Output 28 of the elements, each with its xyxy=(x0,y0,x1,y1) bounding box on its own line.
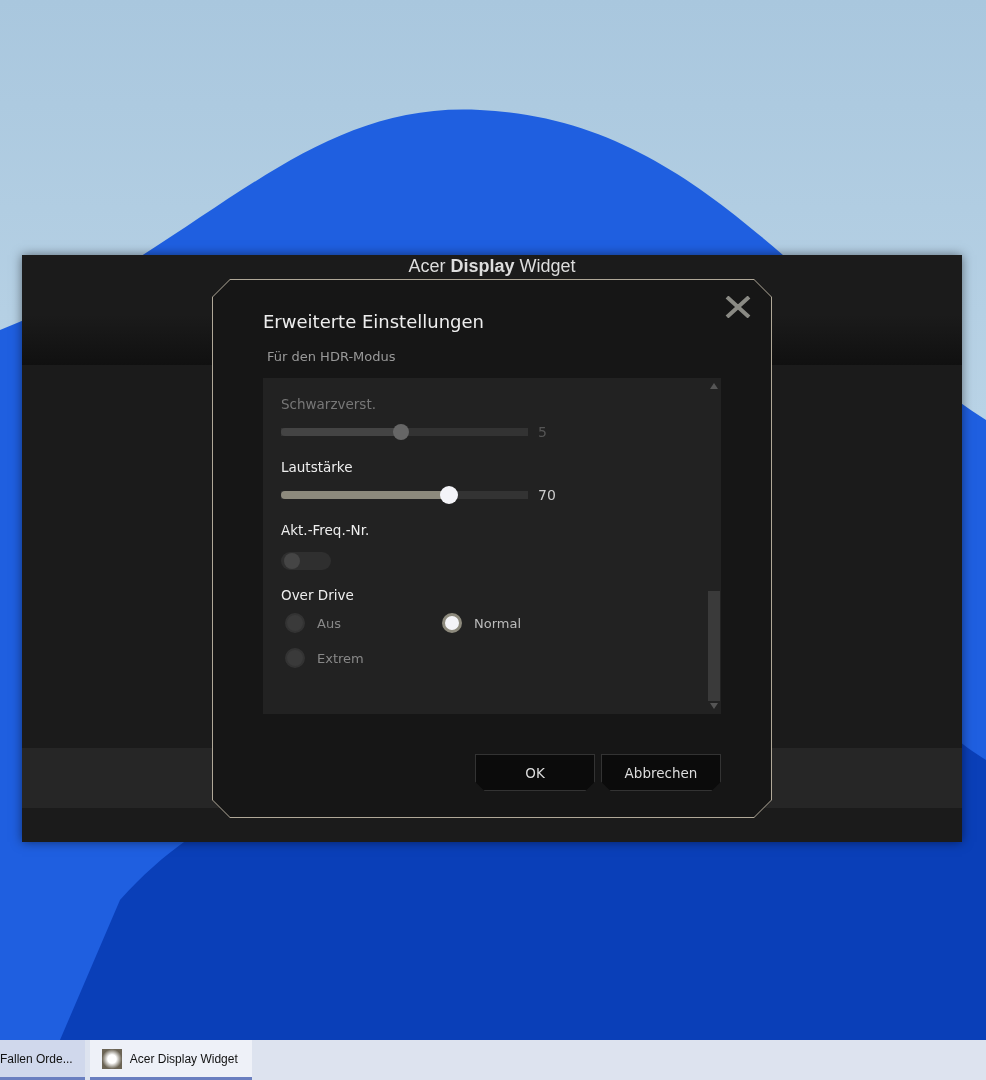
taskbar-label: Fallen Orde... xyxy=(0,1051,73,1066)
app-icon xyxy=(101,1048,122,1069)
slider-thumb[interactable] xyxy=(439,486,458,504)
radio-label: Extrem xyxy=(317,650,364,666)
taskbar-label: Acer Display Widget xyxy=(129,1051,238,1066)
scroll-up-icon[interactable] xyxy=(710,383,718,389)
scroll-thumb[interactable] xyxy=(708,591,720,701)
window-title: Acer Display Widget xyxy=(407,256,577,277)
dialog-button[interactable]: Abbrechen xyxy=(601,754,721,791)
radio-button[interactable] xyxy=(285,613,305,633)
setting-label: Schwarzverst. xyxy=(281,396,377,412)
dialog-button[interactable]: OK xyxy=(475,754,595,791)
radio-label: Normal xyxy=(474,615,522,631)
toggle-switch[interactable] xyxy=(281,552,331,570)
dialog-subtitle: Für den HDR-Modus xyxy=(267,349,397,364)
scroll-down-icon[interactable] xyxy=(710,703,718,709)
dialog-title: Erweiterte Einstellungen xyxy=(263,311,485,332)
taskbar-item[interactable]: Acer Display Widget xyxy=(89,1040,252,1080)
radio-button[interactable] xyxy=(285,648,305,668)
setting-label: Lautstärke xyxy=(281,459,354,475)
setting-label: Akt.-Freq.-Nr. xyxy=(281,522,371,538)
taskbar-item[interactable]: Fallen Orde... xyxy=(0,1040,85,1080)
radio-label: Aus xyxy=(317,615,341,631)
close-icon[interactable] xyxy=(725,296,751,318)
slider-thumb[interactable] xyxy=(393,424,409,440)
radio-button[interactable] xyxy=(442,613,462,633)
setting-label: Over Drive xyxy=(281,587,355,603)
slider-value: 70 xyxy=(538,487,556,503)
